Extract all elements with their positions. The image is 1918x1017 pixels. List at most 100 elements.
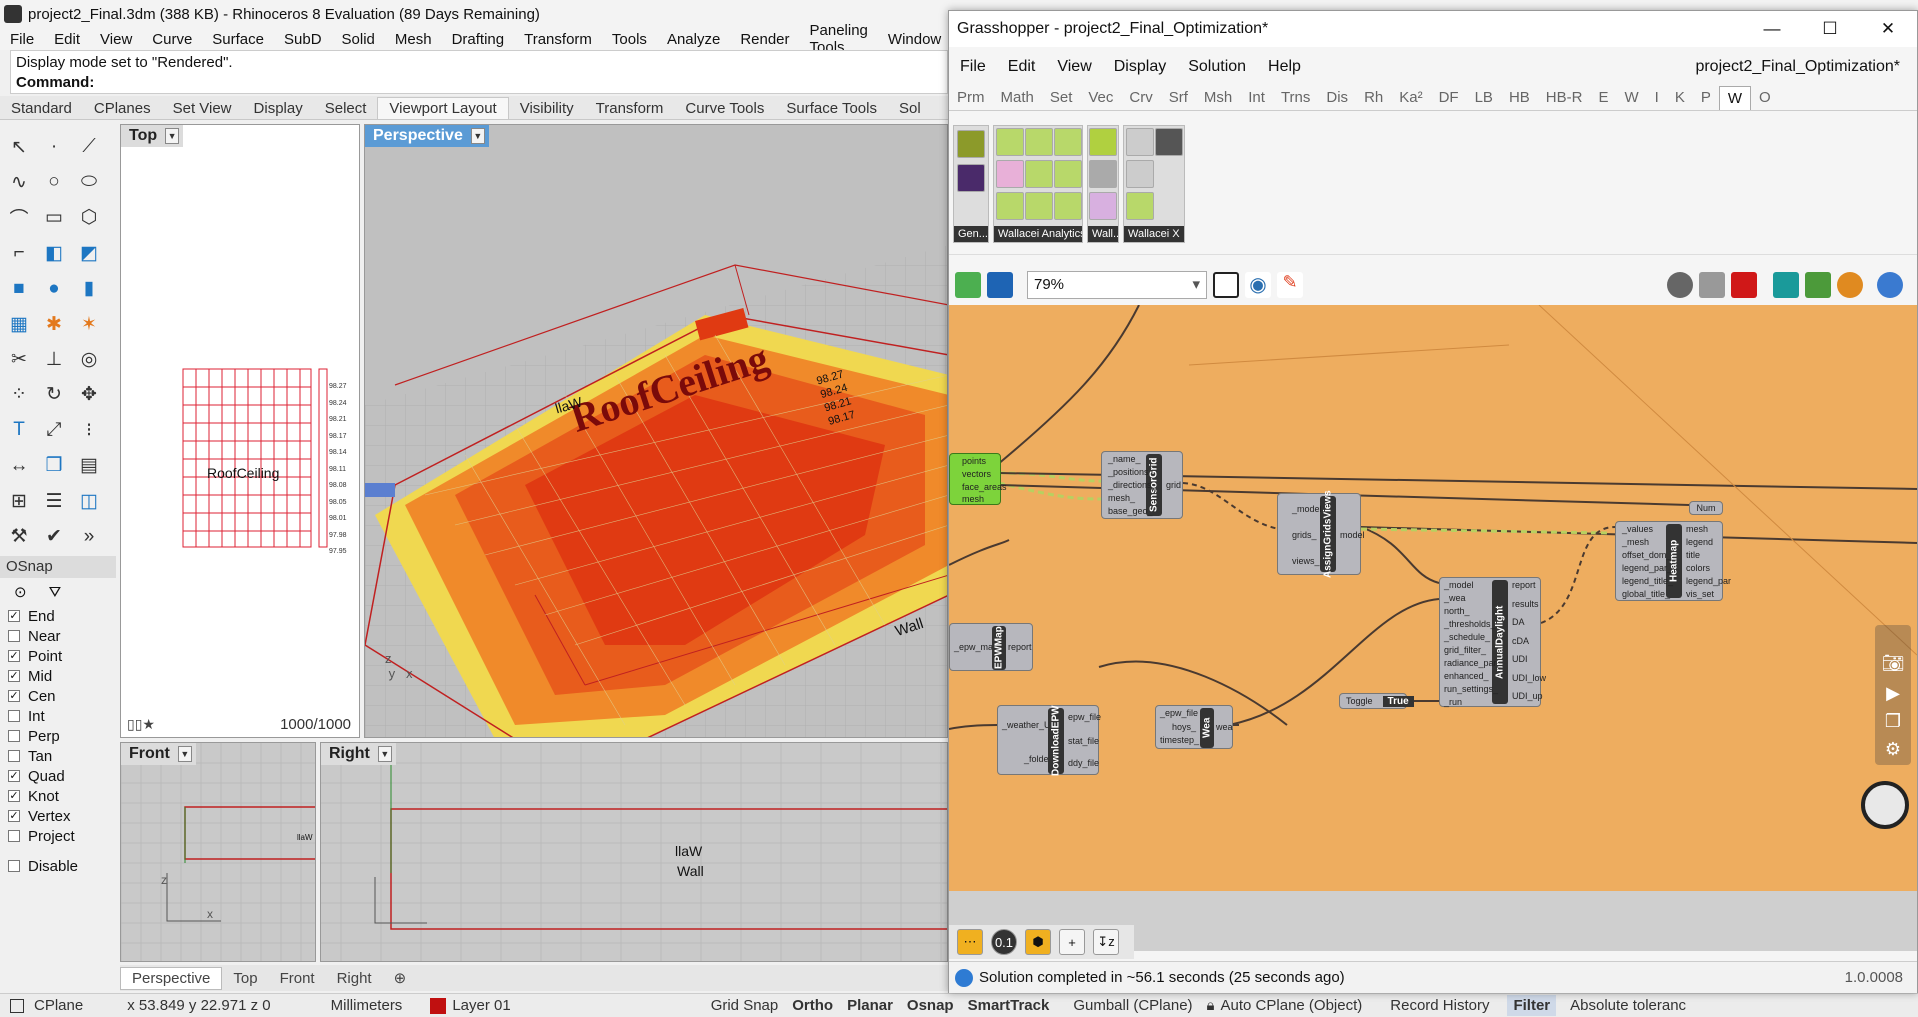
osnap-item-vertex[interactable]: ✓ Vertex	[0, 806, 116, 826]
component-icon[interactable]	[1126, 128, 1154, 156]
menu-item-view[interactable]: View	[100, 31, 132, 48]
navigation-wheel[interactable]	[1861, 781, 1909, 829]
gh-category-tab[interactable]: Math	[993, 86, 1042, 109]
osnap-item-near[interactable]: Near	[0, 626, 116, 646]
pin[interactable]: _wea	[1444, 591, 1466, 605]
add-icon[interactable]: +	[1059, 929, 1085, 955]
cplane-label[interactable]: CPlane	[34, 997, 83, 1014]
add-viewport-tab-icon[interactable]: ⊕	[383, 969, 418, 987]
mesh-icon[interactable]: ▦	[4, 309, 34, 339]
gh-component-wea[interactable]: _epw_file hoys_ timestep_ Wea wea	[1155, 705, 1233, 749]
checkbox[interactable]	[8, 730, 20, 742]
tab-set-view[interactable]: Set View	[162, 98, 243, 119]
close-icon[interactable]: ✕	[1859, 11, 1917, 47]
osnap-disable-row[interactable]: Disable	[0, 856, 116, 876]
viewport-label-perspective[interactable]: Perspective ▼	[365, 125, 489, 147]
gh-category-tab[interactable]: P	[1693, 86, 1719, 109]
planar-toggle[interactable]: Planar	[847, 997, 893, 1014]
layers-icon[interactable]: ❐	[1879, 709, 1907, 733]
surface-icon[interactable]: ◧	[39, 238, 69, 268]
block-icon[interactable]: ❒	[39, 451, 69, 481]
osnap-item-tan[interactable]: Tan	[0, 746, 116, 766]
chart-icon[interactable]	[1054, 192, 1082, 220]
pin[interactable]: grid_filter_	[1444, 643, 1486, 657]
zoom-extents-icon[interactable]	[1213, 272, 1239, 298]
gh-category-tab[interactable]: Crv	[1121, 86, 1160, 109]
checkbox[interactable]: ✓	[8, 650, 20, 662]
gh-category-tab[interactable]: Set	[1042, 86, 1081, 109]
rectangle-icon[interactable]: ▭	[39, 203, 69, 233]
ortho-toggle[interactable]: Ortho	[792, 997, 833, 1014]
component-icon[interactable]	[957, 164, 985, 192]
checkbox[interactable]	[8, 860, 20, 872]
gh-category-tab[interactable]: W	[1718, 85, 1752, 110]
output-pin[interactable]: points	[962, 454, 986, 468]
sort-icon[interactable]: ↧z	[1093, 929, 1119, 955]
menu-item-file[interactable]: File	[10, 31, 34, 48]
gh-component-sensorgrid[interactable]: SensorGrid _name_ _positions _directions_ m…	[1101, 451, 1183, 519]
osnap-item-cen[interactable]: ✓ Cen	[0, 686, 116, 706]
select-icon[interactable]: ↖	[4, 132, 34, 162]
gh-category-tab[interactable]: Prm	[949, 86, 993, 109]
chart-icon[interactable]	[996, 160, 1024, 188]
checkbox[interactable]	[8, 750, 20, 762]
output-pin[interactable]: wea	[1216, 720, 1233, 734]
loft-icon[interactable]: ◩	[74, 238, 104, 268]
checkbox[interactable]: ✓	[8, 690, 20, 702]
pin[interactable]: UDI_low	[1512, 671, 1546, 685]
more-icon[interactable]: »	[74, 522, 104, 552]
viewport-controls-icon[interactable]: ▯▯★	[127, 716, 155, 733]
checkbox[interactable]	[8, 630, 20, 642]
gh-menu-display[interactable]: Display	[1114, 58, 1166, 76]
gh-category-tab[interactable]: Srf	[1161, 86, 1196, 109]
output-pin[interactable]: stat_file	[1068, 734, 1099, 748]
menu-item-drafting[interactable]: Drafting	[452, 31, 505, 48]
checkbox[interactable]: ✓	[8, 610, 20, 622]
pin[interactable]: offset_dom_	[1622, 548, 1671, 562]
polygon-icon[interactable]: ⬡	[74, 203, 104, 233]
menu-item-edit[interactable]: Edit	[54, 31, 80, 48]
gh-category-tab[interactable]: Int	[1240, 86, 1273, 109]
osnap-item-mid[interactable]: ✓ Mid	[0, 666, 116, 686]
gh-component-assigngridsviews[interactable]: AssignGridsViews _model grids_ views_ mo…	[1277, 490, 1365, 578]
pin[interactable]: UDI_up	[1512, 689, 1543, 703]
autocplane-toggle[interactable]: Auto CPlane (Object)	[1221, 997, 1363, 1014]
viewport-tab-right[interactable]: Right	[326, 970, 383, 987]
command-area[interactable]: Display mode set to "Rendered". Command:	[10, 50, 948, 94]
viewport-top[interactable]: RoofCeiling 98.27 98.24 98.21 98.17 98.14 98.…	[120, 124, 360, 738]
checkbox[interactable]	[8, 710, 20, 722]
gh-category-tab[interactable]: W	[1616, 86, 1646, 109]
osnap-mode-icon[interactable]: ⊙	[14, 583, 27, 601]
gh-category-tab[interactable]: DF	[1431, 86, 1467, 109]
tab-select[interactable]: Select	[314, 98, 378, 119]
tab-transform[interactable]: Transform	[585, 98, 675, 119]
tab-viewport-layout[interactable]: Viewport Layout	[377, 97, 509, 119]
viewport-tab-top[interactable]: Top	[222, 970, 268, 987]
pin[interactable]: report	[1512, 578, 1536, 592]
pin[interactable]: _values	[1622, 522, 1653, 536]
pin[interactable]: UDI	[1512, 652, 1528, 666]
pin[interactable]: _positions	[1108, 465, 1149, 479]
preview-wire-icon[interactable]	[1667, 272, 1693, 298]
osnap-item-project[interactable]: Project	[0, 826, 116, 846]
gh-category-tab[interactable]: Trns	[1273, 86, 1318, 109]
checkbox[interactable]: ✓	[8, 810, 20, 822]
menu-item-tools[interactable]: Tools	[612, 31, 647, 48]
output-pin[interactable]: grid	[1166, 478, 1181, 492]
component-icon[interactable]	[1126, 160, 1154, 188]
pin[interactable]: colors	[1686, 561, 1710, 575]
input-pin[interactable]: timestep_	[1160, 733, 1199, 747]
video-icon[interactable]: ▶	[1879, 681, 1907, 705]
output-pin[interactable]: mesh	[962, 492, 984, 506]
osnap-item-end[interactable]: ✓ End	[0, 606, 116, 626]
viewport-label-top[interactable]: Top ▼	[121, 125, 184, 147]
input-pin[interactable]: grids_	[1292, 528, 1317, 542]
arc-icon[interactable]: ⌒	[4, 203, 34, 233]
gh-category-tab[interactable]: HB-R	[1538, 86, 1591, 109]
preview-eye-icon[interactable]: ◉	[1245, 272, 1271, 298]
tab-cplanes[interactable]: CPlanes	[83, 98, 162, 119]
osnap-item-quad[interactable]: ✓ Quad	[0, 766, 116, 786]
boolean-icon[interactable]: ◎	[74, 344, 104, 374]
gh-canvas[interactable]: points vectors face_areas mesh SensorGri…	[949, 305, 1917, 891]
pin[interactable]: cDA	[1512, 634, 1529, 648]
